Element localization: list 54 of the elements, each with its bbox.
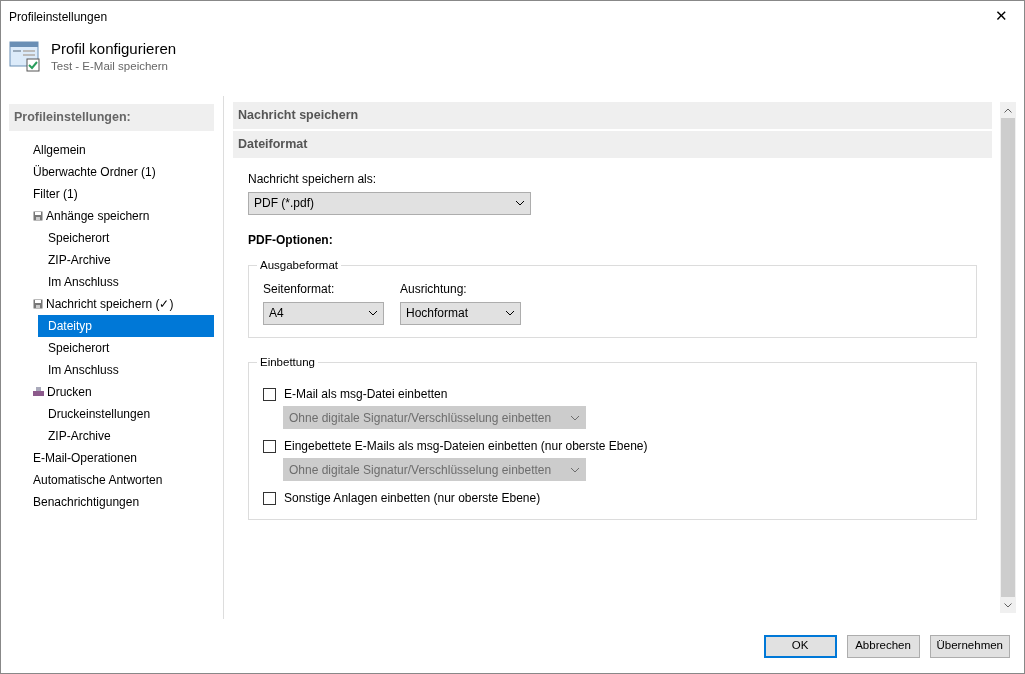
options-heading: PDF-Optionen: bbox=[248, 231, 334, 249]
sidebar-item[interactable]: ZIP-Archive bbox=[38, 248, 214, 271]
chevron-icon bbox=[515, 200, 525, 206]
sidebar-item[interactable]: Automatische Antworten bbox=[9, 468, 214, 491]
dialog-button[interactable]: Übernehmen bbox=[929, 634, 1010, 658]
checkbox[interactable] bbox=[263, 439, 276, 453]
sidebar-item[interactable]: Drucken bbox=[9, 380, 214, 403]
dialog-button[interactable]: OK bbox=[763, 634, 837, 658]
sidebar-item[interactable]: Nachricht speichern (✓) bbox=[9, 292, 214, 315]
chevron-icon bbox=[505, 310, 515, 317]
settings-window-icon bbox=[9, 40, 41, 72]
subsection-heading: Dateiformat bbox=[233, 130, 992, 158]
group-label: Ausgabeformat bbox=[259, 257, 339, 273]
sidebar-item[interactable]: Allgemein bbox=[9, 138, 214, 161]
profile-subtitle: Test - E-Mail speichern bbox=[51, 59, 169, 74]
checkbox-label: Eingebettete E-Mails als msg-Dateien einbetten (nur oberste Ebene) bbox=[284, 438, 648, 455]
checkbox[interactable] bbox=[263, 387, 276, 401]
sidebar-item[interactable]: Druckeinstellungen bbox=[38, 402, 214, 425]
dropdown: Ohne digitale Signatur/Verschlüsselung einbetten bbox=[283, 458, 586, 481]
chevron-icon bbox=[570, 466, 580, 473]
sidebar-item[interactable]: Dateityp bbox=[38, 314, 214, 337]
close-button[interactable]: ✕ bbox=[987, 5, 1016, 28]
checkbox-label: Sonstige Anlagen einbetten (nur oberste Ebene) bbox=[284, 490, 541, 507]
section-heading: Nachricht speichern bbox=[233, 102, 992, 129]
field-label: Nachricht speichern als: bbox=[248, 170, 378, 188]
sidebar-item[interactable]: Im Anschluss bbox=[38, 270, 214, 293]
scroll-up-icon[interactable] bbox=[1004, 107, 1012, 113]
group-label: Einbettung bbox=[259, 354, 316, 370]
dropdown: Ohne digitale Signatur/Verschlüsselung einbetten bbox=[283, 406, 586, 429]
sidebar-item[interactable]: Im Anschluss bbox=[38, 358, 214, 381]
format-dropdown[interactable]: PDF (*.pdf) bbox=[248, 191, 531, 215]
chevron-icon bbox=[368, 310, 378, 317]
dialog-heading: Profil konfigurieren bbox=[51, 40, 177, 58]
sidebar-item[interactable]: Speicherort bbox=[38, 336, 214, 359]
window-title: Profileinstellungen bbox=[9, 8, 108, 26]
sidebar-item[interactable]: Benachrichtigungen bbox=[9, 490, 214, 513]
checkbox[interactable] bbox=[263, 491, 276, 505]
sidebar-heading: Profileinstellungen: bbox=[9, 104, 214, 131]
sidebar-item[interactable]: Speicherort bbox=[38, 226, 214, 249]
scrollbar[interactable] bbox=[1000, 102, 1016, 613]
dialog-button[interactable]: Abbrechen bbox=[846, 634, 920, 658]
field-label: Seitenformat: bbox=[263, 280, 336, 298]
scroll-down-icon[interactable] bbox=[1004, 602, 1012, 608]
sidebar-item[interactable]: Anhänge speichern bbox=[9, 204, 214, 227]
checkbox-label: E-Mail als msg-Datei einbetten bbox=[284, 386, 448, 403]
chevron-icon bbox=[570, 414, 580, 421]
sidebar-item[interactable]: E-Mail-Operationen bbox=[9, 446, 214, 469]
dropdown[interactable]: Hochformat bbox=[400, 301, 521, 325]
printer-icon bbox=[33, 386, 44, 397]
field-label: Ausrichtung: bbox=[400, 280, 468, 298]
dropdown[interactable]: A4 bbox=[263, 301, 384, 325]
sidebar-item[interactable]: Filter (1) bbox=[9, 182, 214, 205]
sidebar-item[interactable]: ZIP-Archive bbox=[38, 424, 214, 447]
sidebar-item[interactable]: Überwachte Ordner (1) bbox=[9, 160, 214, 183]
